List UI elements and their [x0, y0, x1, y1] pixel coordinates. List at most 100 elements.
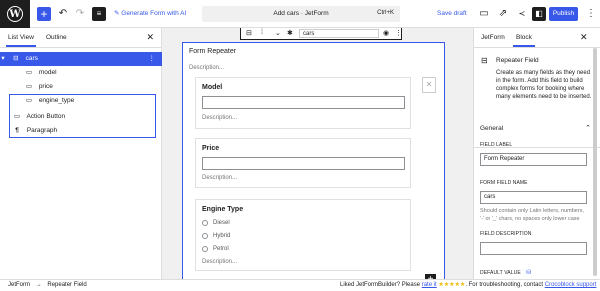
jetform-icon[interactable]: ≺ [515, 7, 529, 21]
paragraph-icon: ¶ [15, 127, 19, 134]
radio-circle[interactable] [202, 220, 208, 226]
rating-stars[interactable]: ★★★★★ [438, 282, 465, 288]
support-link[interactable]: Crocoblock support [545, 282, 597, 288]
sidebar-tabs: JetForm Block ✕ [474, 28, 600, 48]
drag-handle-icon[interactable]: ⁞ [261, 29, 263, 36]
close-icon[interactable]: ✕ [146, 32, 154, 43]
tree-item-cars[interactable]: ▾ ⊟ cars ⋮ [0, 52, 162, 66]
preview-icon[interactable]: ▭ [477, 7, 491, 21]
field-description: Description... [202, 175, 238, 181]
block-toolbar: ⊟ ⁞ ⌄ ✱ cars ◉ ⋮ [240, 28, 402, 40]
view-post-icon[interactable]: ⇗ [496, 7, 510, 21]
settings-sidebar-icon[interactable]: ◧ [532, 7, 546, 21]
tree-item-engine-type[interactable]: ▭ engine_type [0, 94, 162, 108]
bug-icon[interactable]: ✱ [287, 29, 293, 37]
more-options-icon[interactable]: ⋮ [395, 29, 402, 37]
command-palette-bar[interactable]: Add cars · JetForm Ctrl+K [202, 6, 400, 22]
field-label: Model [202, 84, 223, 91]
tree-item-label: Action Button [26, 113, 66, 120]
field-description-label: FIELD DESCRIPTION [480, 231, 532, 237]
tree-item-price[interactable]: ▭ price [0, 80, 162, 94]
tree-item-label: cars [25, 55, 38, 62]
repeater-description: Description... [189, 65, 225, 71]
text-field-icon: ▭ [25, 69, 33, 76]
form-field-name-label: FORM FIELD NAME [480, 180, 528, 186]
radio-diesel[interactable]: Diesel [202, 220, 230, 226]
wordpress-icon: W [7, 6, 23, 22]
ai-button-label: Generate Form with AI [121, 10, 187, 17]
field-card-model[interactable]: Model Description... [195, 77, 411, 129]
publish-button[interactable]: Publish [549, 7, 578, 21]
price-input[interactable] [202, 157, 405, 170]
tree-item-model[interactable]: ▭ model [0, 66, 162, 80]
field-description-input[interactable] [480, 242, 587, 255]
redo-icon[interactable]: ↷ [73, 7, 87, 21]
block-inserter-button[interactable]: + [37, 7, 51, 21]
repeater-block[interactable]: Form Repeater Description... Model Descr… [182, 42, 445, 279]
button-icon: ▭ [13, 113, 21, 120]
rate-link[interactable]: rate it [422, 282, 437, 288]
remove-row-button[interactable]: ✕ [422, 77, 436, 93]
repeater-icon: ⊟ [13, 55, 19, 62]
breadcrumb-separator: → [35, 282, 42, 288]
block-card: ⊟ Repeater Field Create as many fields a… [474, 48, 600, 148]
tab-outline[interactable]: Outline [46, 34, 67, 41]
radio-hybrid[interactable]: Hybrid [202, 233, 230, 239]
database-icon[interactable]: ⛁ [526, 270, 531, 276]
chevron-down-icon[interactable]: ⌄ [275, 29, 281, 37]
field-label: Price [202, 145, 220, 152]
generate-form-ai-button[interactable]: ✎ Generate Form with AI [114, 9, 186, 17]
tab-jetform[interactable]: JetForm [481, 34, 505, 41]
form-field-name-help: Should contain only Latin letters, numbe… [480, 208, 584, 222]
chevron-down-icon[interactable]: ▾ [0, 52, 6, 66]
tree-item-label: price [38, 83, 53, 90]
radio-circle[interactable] [202, 246, 208, 252]
save-draft-button[interactable]: Save draft [437, 10, 467, 17]
wordpress-logo-button[interactable]: W [0, 0, 30, 28]
form-field-name-input[interactable]: cars [480, 191, 587, 204]
close-icon[interactable]: ✕ [580, 32, 588, 43]
panel-section-general[interactable]: General [480, 125, 503, 132]
list-view-panel: List View Outline ✕ ▾ ⊟ cars ⋮ ▭ model ▭… [0, 28, 162, 279]
sidebar-scrollbar[interactable] [593, 48, 597, 276]
command-shortcut: Ctrl+K [377, 10, 394, 16]
editor-header: W + ↶ ↷ ≡ ✎ Generate Form with AI Add ca… [0, 0, 600, 28]
block-name: Repeater Field [496, 57, 539, 64]
tab-list-view[interactable]: List View [6, 34, 36, 47]
radio-label: Petrol [213, 246, 229, 252]
options-menu-icon[interactable]: ⋮ [584, 7, 598, 21]
undo-icon[interactable]: ↶ [56, 7, 70, 21]
tab-block[interactable]: Block [513, 34, 535, 47]
field-card-engine-type[interactable]: Engine Type Diesel Hybrid Petrol Descrip… [195, 199, 411, 271]
chevron-up-icon[interactable]: ⌃ [585, 124, 591, 132]
radio-circle[interactable] [202, 233, 208, 239]
magic-wand-icon: ✎ [114, 10, 120, 17]
tree-item-paragraph[interactable]: ¶ Paragraph [0, 124, 162, 138]
default-value-row: DEFAULT VALUE ⛁ [480, 269, 531, 276]
model-input[interactable] [202, 96, 405, 109]
field-label-input[interactable]: Form Repeater [480, 153, 587, 166]
field-card-price[interactable]: Price Description... [195, 138, 411, 188]
repeater-icon: ⊟ [481, 56, 488, 65]
repeater-icon[interactable]: ⊟ [246, 29, 252, 37]
list-view-tabs: List View Outline ✕ [0, 28, 161, 48]
document-title: Add cars · JetForm [273, 10, 329, 17]
more-options-icon[interactable]: ⋮ [149, 52, 156, 66]
breadcrumb-root[interactable]: JetForm [8, 282, 30, 288]
radio-petrol[interactable]: Petrol [202, 246, 229, 252]
footer-text: Liked JetFormBuilder? Please [340, 282, 422, 288]
settings-sidebar: JetForm Block ✕ ⊟ Repeater Field Create … [473, 28, 600, 279]
tree-item-action-button[interactable]: ▭ Action Button [0, 110, 162, 124]
field-description: Description... [202, 259, 238, 265]
document-overview-icon[interactable]: ≡ [92, 7, 106, 21]
breadcrumb-leaf[interactable]: Repeater Field [47, 282, 86, 288]
field-label-label: FIELD LABEL [480, 142, 513, 148]
text-field-icon: ▭ [25, 97, 33, 104]
radio-label: Diesel [213, 220, 230, 226]
tree-item-label: engine_type [38, 97, 75, 104]
eye-icon[interactable]: ◉ [383, 29, 389, 37]
footer-text: . For troubleshooting, contact [465, 282, 545, 288]
toolbar-field-name-input[interactable]: cars [299, 29, 379, 38]
tree-item-label: model [38, 69, 57, 76]
radio-label: Hybrid [213, 233, 231, 239]
